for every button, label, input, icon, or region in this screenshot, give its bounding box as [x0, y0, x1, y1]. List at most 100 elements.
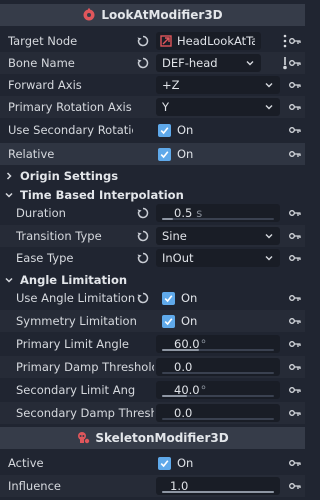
target-node-field[interactable]: HeadLookAtTar	[156, 32, 261, 50]
property-label: Symmetry Limitation	[16, 314, 136, 328]
secondary-damp-threshold-slider[interactable]: 0.0	[156, 404, 280, 422]
keyframe-icon[interactable]	[289, 481, 301, 491]
bone-picker-icon[interactable]	[281, 56, 289, 70]
keyframe-icon[interactable]	[289, 293, 301, 303]
forward-axis-value: +Z	[162, 78, 180, 92]
group-title: Time Based Interpolation	[20, 187, 184, 202]
revert-icon[interactable]	[137, 207, 149, 219]
property-label: Ease Type	[16, 251, 74, 265]
property-label: Use Angle Limitation	[16, 291, 136, 305]
keyframe-icon[interactable]	[289, 231, 301, 241]
symmetry-limitation-checkbox[interactable]: On	[162, 314, 197, 328]
group-title: Origin Settings	[20, 168, 119, 183]
inspector-panel: LookAtModifier3D Target Node HeadLookAtT…	[0, 0, 305, 500]
keyframe-icon[interactable]	[289, 125, 301, 135]
keyframe-icon[interactable]	[289, 408, 301, 418]
checkmark-icon	[164, 317, 173, 325]
property-secondary-damp-threshold: Secondary Damp Threshold 0.0	[0, 402, 305, 424]
slider-track	[162, 349, 274, 351]
keyframe-icon[interactable]	[289, 362, 301, 372]
property-relative: Relative On	[0, 143, 305, 165]
checkbox-label: On	[181, 291, 198, 305]
chevron-down-icon	[265, 83, 273, 88]
property-symmetry-limitation: Symmetry Limitation On	[0, 310, 305, 332]
transition-type-dropdown[interactable]: Sine	[156, 227, 280, 245]
keyframe-icon[interactable]	[289, 316, 301, 326]
group-origin-settings[interactable]: Origin Settings	[0, 166, 305, 185]
transition-type-value: Sine	[162, 229, 187, 243]
duration-slider[interactable]: 0.5 s	[156, 204, 280, 222]
checkbox-checked[interactable]	[158, 456, 171, 470]
property-label: Forward Axis	[8, 78, 82, 92]
keyframe-icon[interactable]	[289, 80, 301, 90]
checkmark-icon	[160, 150, 169, 158]
slider-track	[162, 418, 274, 420]
property-forward-axis: Forward Axis +Z	[0, 74, 305, 96]
revert-icon[interactable]	[137, 292, 149, 304]
checkbox-label: On	[177, 123, 194, 137]
keyframe-icon[interactable]	[289, 458, 301, 468]
property-label: Influence	[8, 479, 61, 493]
revert-icon[interactable]	[137, 57, 149, 69]
property-label: Target Node	[8, 34, 78, 48]
revert-icon[interactable]	[137, 230, 149, 242]
revert-icon[interactable]	[137, 252, 149, 264]
revert-icon[interactable]	[137, 35, 149, 47]
keyframe-icon[interactable]	[289, 58, 301, 68]
more-options-icon[interactable]	[283, 34, 287, 48]
property-target-node: Target Node HeadLookAtTar	[0, 30, 305, 52]
bone-name-value: DEF-head	[162, 56, 218, 70]
secondary-limit-angle-slider[interactable]: 40.0 °	[156, 381, 280, 399]
property-label: Primary Limit Angle	[16, 337, 129, 351]
keyframe-icon[interactable]	[289, 208, 301, 218]
slider-fill	[162, 218, 174, 220]
primary-rotation-axis-dropdown[interactable]: Y	[156, 98, 280, 116]
influence-slider[interactable]: 1.0	[156, 477, 280, 495]
section-header-skeletonmodifier3d[interactable]: SkeletonModifier3D	[0, 427, 305, 449]
keyframe-icon[interactable]	[289, 102, 301, 112]
property-label: Transition Type	[16, 229, 102, 243]
property-bone-name: Bone Name DEF-head	[0, 52, 305, 74]
property-label: Bone Name	[8, 56, 75, 70]
keyframe-icon[interactable]	[289, 253, 301, 263]
property-label: Secondary Damp Threshold	[16, 406, 154, 420]
checkbox-checked[interactable]	[158, 123, 171, 137]
relative-checkbox[interactable]: On	[158, 147, 193, 161]
chevron-right-icon	[6, 171, 12, 180]
property-primary-rotation-axis: Primary Rotation Axis Y	[0, 96, 305, 118]
checkbox-checked[interactable]	[162, 314, 175, 328]
checkmark-icon	[164, 294, 173, 302]
property-use-secondary-rotation: Use Secondary Rotation On	[0, 119, 305, 141]
chevron-down-icon	[265, 256, 273, 261]
forward-axis-dropdown[interactable]: +Z	[156, 76, 280, 94]
node-icon	[160, 35, 172, 47]
checkbox-label: On	[177, 147, 194, 161]
property-primary-damp-threshold: Primary Damp Threshold 0.0	[0, 356, 305, 378]
use-secondary-rotation-checkbox[interactable]: On	[158, 123, 193, 137]
slider-fill	[162, 349, 199, 351]
keyframe-icon[interactable]	[289, 339, 301, 349]
property-influence: Influence 1.0	[0, 475, 305, 497]
slider-track	[162, 372, 274, 374]
property-secondary-limit-angle: Secondary Limit Angle 40.0 °	[0, 379, 305, 401]
checkbox-checked[interactable]	[162, 291, 175, 305]
checkbox-checked[interactable]	[158, 147, 171, 161]
use-angle-limitation-checkbox[interactable]: On	[162, 291, 197, 305]
primary-limit-angle-slider[interactable]: 60.0 °	[156, 335, 280, 353]
property-label: Relative	[8, 147, 55, 161]
property-label: Primary Rotation Axis	[8, 100, 132, 114]
ease-type-dropdown[interactable]: InOut	[156, 249, 280, 267]
keyframe-icon[interactable]	[289, 36, 301, 46]
active-checkbox[interactable]: On	[158, 456, 193, 470]
keyframe-icon[interactable]	[289, 149, 301, 159]
primary-damp-threshold-slider[interactable]: 0.0	[156, 358, 280, 376]
keyframe-icon[interactable]	[289, 385, 301, 395]
bone-name-dropdown[interactable]: DEF-head	[156, 54, 261, 72]
section-header-lookatmodifier3d[interactable]: LookAtModifier3D	[0, 4, 305, 26]
slider-track	[162, 491, 274, 493]
modifier-icon	[83, 8, 95, 21]
property-label: Duration	[16, 206, 66, 220]
checkbox-label: On	[181, 314, 198, 328]
property-duration: Duration 0.5 s	[0, 202, 305, 224]
slider-track	[162, 395, 274, 397]
